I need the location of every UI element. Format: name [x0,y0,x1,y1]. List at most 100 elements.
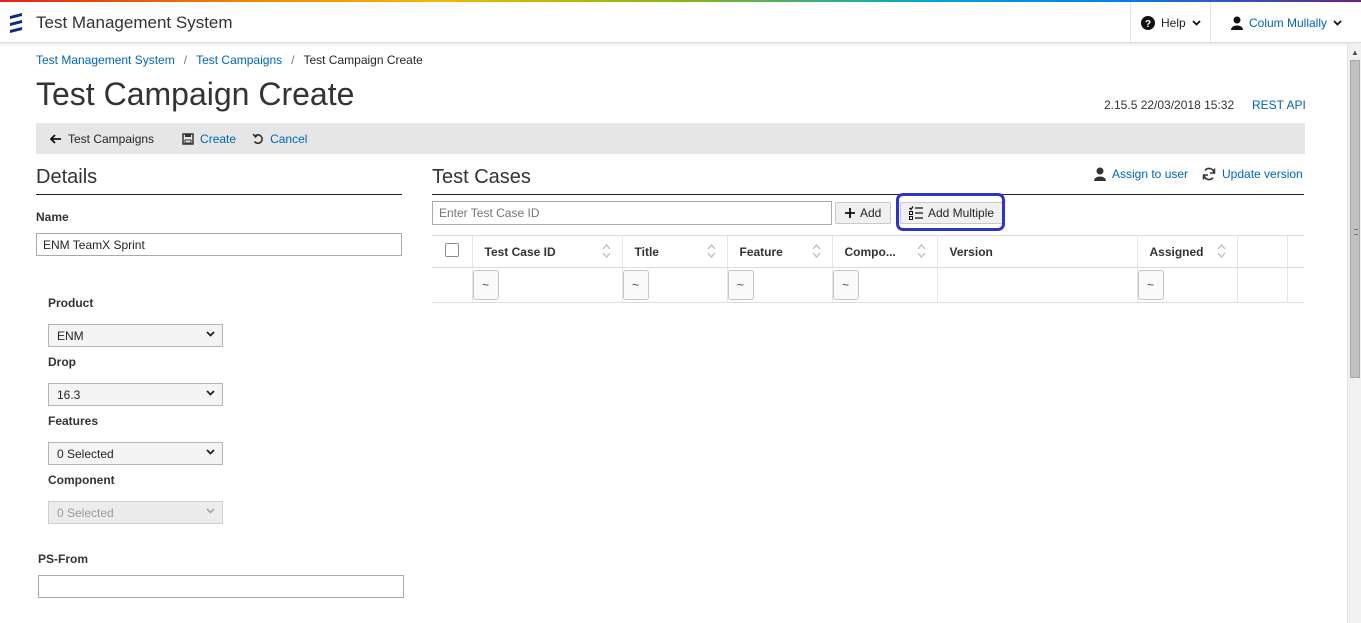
sort-icon [812,244,820,258]
filter-cell [432,267,473,303]
chevron-down-icon [206,449,215,455]
column-title: Test Case ID [484,244,556,259]
column-title: Assigned [1149,244,1204,259]
test-cases-table: Test Case ID Title Feature Compo... Vers… [432,235,1304,303]
assign-to-user-link[interactable]: Assign to user [1094,167,1188,181]
breadcrumb-item-test-campaigns[interactable]: Test Campaigns [196,53,282,67]
component-label: Component [48,473,115,487]
help-icon: ? [1141,15,1155,30]
filter-cell: ~ [832,267,938,303]
component-value: 0 Selected [57,506,114,520]
arrow-left-icon [50,133,61,144]
app-title[interactable]: Test Management System [36,13,233,33]
user-name: Colum Mullally [1249,15,1328,30]
user-icon [1094,167,1106,181]
filter-cell: ~ [472,267,623,303]
cancel-button[interactable]: Cancel [252,132,307,146]
column-header-version[interactable]: Version [937,235,1138,268]
testcases-title: Test Cases [432,166,531,188]
help-label: Help [1161,15,1186,30]
chevron-down-icon [206,508,215,514]
features-select[interactable]: 0 Selected [48,442,223,465]
page-scrollbar[interactable]: ▲ [1347,44,1361,623]
chevron-down-icon [1192,19,1201,26]
name-input[interactable] [36,233,402,256]
select-all-checkbox[interactable] [444,243,459,257]
filter-cell [937,267,1138,303]
add-button[interactable]: Add [835,202,892,224]
action-bar: Test Campaigns Create Cancel [36,123,1305,154]
column-header-title[interactable]: Title [622,235,728,268]
drop-select[interactable]: 16.3 [48,383,223,406]
column-title: Feature [739,244,783,259]
column-header-feature[interactable]: Feature [727,235,833,268]
svg-text:?: ? [1145,19,1151,30]
create-label: Create [200,131,237,146]
psfrom-input[interactable] [38,575,404,598]
grip-icon [1354,229,1358,235]
highlight-annotation [896,193,1005,231]
refresh-icon [1202,167,1216,181]
drop-value: 16.3 [57,388,81,402]
details-divider [36,194,402,195]
filter-cell: ~ [727,267,833,303]
breadcrumb-item-home[interactable]: Test Management System [36,53,175,67]
scroll-thumb[interactable] [1350,60,1360,378]
column-header-spacer [1287,235,1304,268]
ericsson-logo-icon [10,13,22,33]
filter-button[interactable]: ~ [1137,270,1164,300]
chevron-down-icon [1333,19,1342,26]
sort-icon [1217,244,1225,258]
sort-icon [707,244,715,258]
filter-cell: ~ [1137,267,1238,303]
top-navbar: Test Management System ? Help Colum Mull… [0,2,1361,43]
features-label: Features [48,414,99,428]
scroll-up-arrow-icon[interactable]: ▲ [1351,48,1359,57]
column-header-component[interactable]: Compo... [832,235,938,268]
update-label: Update version [1222,167,1303,181]
filter-cell [1287,267,1304,303]
create-button[interactable]: Create [182,132,236,146]
page-title: Test Campaign Create [36,76,355,112]
drop-label: Drop [48,355,76,369]
undo-icon [252,133,263,144]
update-version-link[interactable]: Update version [1202,167,1303,181]
cancel-label: Cancel [270,131,308,146]
select-all-header [432,235,473,268]
product-select[interactable]: ENM [48,324,223,347]
sort-icon [917,244,925,258]
test-case-id-input[interactable] [432,201,832,225]
breadcrumb-separator: / [183,53,188,67]
help-menu[interactable]: ? Help [1130,2,1210,43]
filter-row: ~ ~ ~ ~ ~ [432,267,1304,303]
filter-button[interactable]: ~ [622,270,649,300]
column-title: Title [634,244,659,259]
save-icon [182,132,194,145]
column-header-assigned[interactable]: Assigned [1137,235,1238,268]
user-menu[interactable]: Colum Mullally [1210,2,1348,43]
column-title: Compo... [844,244,896,259]
sort-icon [602,244,610,258]
name-label: Name [36,210,69,224]
details-title: Details [36,166,98,188]
plus-icon [845,208,855,218]
filter-button[interactable]: ~ [832,270,859,300]
version-info: 2.15.5 22/03/2018 15:32 [1104,98,1235,112]
features-value: 0 Selected [57,447,114,461]
component-select: 0 Selected [48,501,223,524]
column-header-test-case-id[interactable]: Test Case ID [472,235,623,268]
breadcrumb-separator: / [291,53,295,67]
filter-button[interactable]: ~ [727,270,754,300]
back-button[interactable]: Test Campaigns [50,132,154,146]
rest-api-link[interactable]: REST API [1252,98,1306,112]
breadcrumb-item-current: Test Campaign Create [303,53,423,67]
product-label: Product [48,296,94,310]
user-icon [1231,16,1243,30]
column-header-actions [1237,235,1288,268]
filter-button[interactable]: ~ [472,270,499,300]
add-label: Add [860,206,882,220]
product-value: ENM [57,329,84,343]
testcases-divider [432,194,1304,195]
breadcrumb: Test Management System / Test Campaigns … [36,53,423,67]
filter-cell [1237,267,1288,303]
